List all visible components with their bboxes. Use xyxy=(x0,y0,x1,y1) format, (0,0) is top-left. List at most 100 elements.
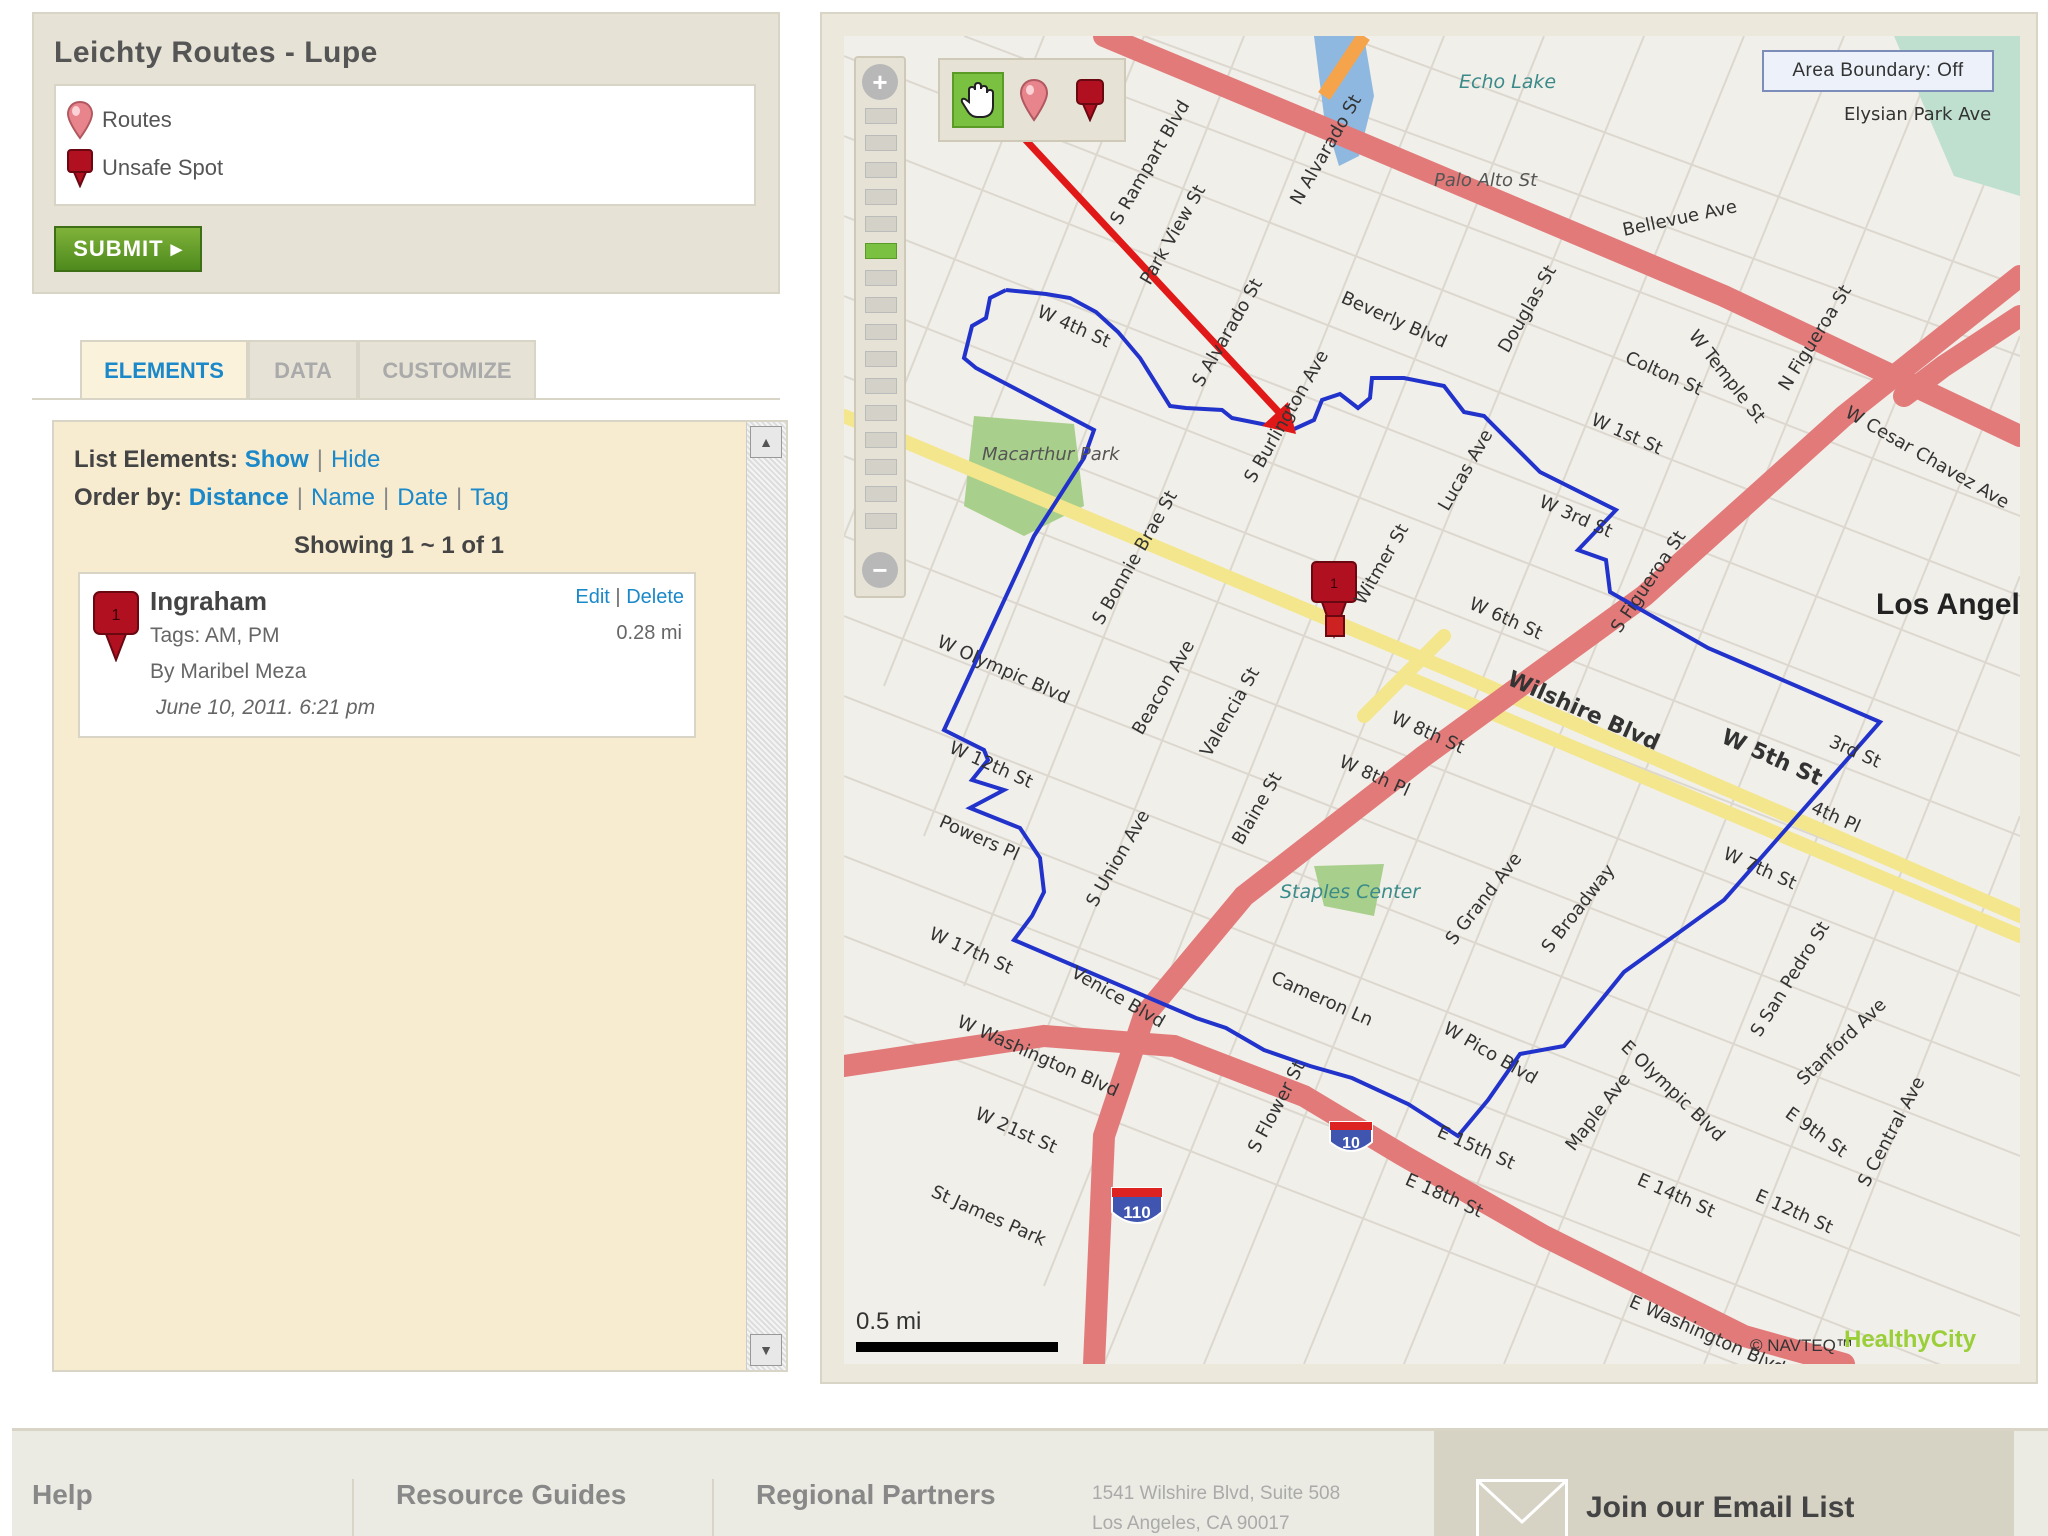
street-w-7th: W 7th St xyxy=(1720,843,1799,894)
street-e-15th: E 15th St xyxy=(1434,1121,1518,1174)
street-s-union: S Union Ave xyxy=(1082,807,1154,911)
delete-link[interactable]: Delete xyxy=(626,586,684,608)
scroll-down-button[interactable]: ▼ xyxy=(750,1334,782,1366)
pink-pin-icon xyxy=(66,100,94,140)
street-st-james: St James Park xyxy=(928,1181,1050,1251)
street-w-6th: W 6th St xyxy=(1466,593,1545,644)
showing-count: Showing 1 ~ 1 of 1 xyxy=(293,532,505,559)
pan-tool-button[interactable] xyxy=(952,72,1004,128)
red-pin-icon xyxy=(66,148,94,189)
legend-label: Routes xyxy=(102,107,172,132)
show-link[interactable]: Show xyxy=(245,446,309,473)
zoom-in-button[interactable]: + xyxy=(862,64,898,100)
zoom-level-step[interactable] xyxy=(865,378,897,394)
street-bellevue: Bellevue Ave xyxy=(1621,196,1739,241)
zoom-level-step[interactable] xyxy=(865,297,897,313)
street-stanford: Stanford Ave xyxy=(1793,994,1891,1089)
street-s-central: S Central Ave xyxy=(1854,1073,1930,1190)
order-by-label: Order by: xyxy=(74,484,183,511)
street-w-5th: W 5th St xyxy=(1718,725,1827,792)
tab-elements[interactable]: ELEMENTS xyxy=(80,340,248,400)
street-e-olympic: E Olympic Blvd xyxy=(1617,1036,1729,1146)
scale-bar xyxy=(856,1342,1058,1352)
staples-center-label: Staples Center xyxy=(1280,881,1421,903)
zoom-out-button[interactable]: − xyxy=(862,552,898,588)
list-item[interactable]: 1 Ingraham Tags: AM, PM By Maribel Meza … xyxy=(78,572,696,738)
place-labels: Echo Lake Staples Center xyxy=(1280,71,1556,903)
list-elements-row: List Elements: Show | Hide xyxy=(74,446,380,474)
tool-palette xyxy=(938,58,1126,142)
email-list-label[interactable]: Join our Email List xyxy=(1586,1491,1854,1525)
shield-110-text: 110 xyxy=(1123,1203,1150,1222)
street-lucas: Lucas Ave xyxy=(1434,426,1497,515)
map[interactable]: 110 10 1 Echo Lake Staples Center Macart… xyxy=(844,36,2020,1364)
zoom-level-step[interactable] xyxy=(865,351,897,367)
street-w-4th: W 4th St xyxy=(1034,301,1113,352)
add-route-pin-button[interactable] xyxy=(1008,72,1060,128)
separator: | xyxy=(316,446,323,473)
footer-resource-guides-link[interactable]: Resource Guides xyxy=(396,1479,626,1511)
zoom-level-step[interactable] xyxy=(865,162,897,178)
footer: Help Resource Guides Regional Partners 1… xyxy=(12,1428,2048,1536)
tab-data[interactable]: DATA xyxy=(248,340,358,400)
street-colton: Colton St xyxy=(1622,347,1706,400)
zoom-control: + − xyxy=(854,56,906,598)
unsafe-spot-pin-icon: 1 xyxy=(92,590,140,663)
map-frame: 110 10 1 Echo Lake Staples Center Macart… xyxy=(820,12,2038,1384)
add-unsafe-spot-button[interactable] xyxy=(1064,72,1116,128)
order-distance-link[interactable]: Distance xyxy=(189,484,289,511)
zoom-level-step[interactable] xyxy=(865,270,897,286)
separator: | xyxy=(455,484,463,511)
zoom-level-step[interactable] xyxy=(865,135,897,151)
echo-lake-label: Echo Lake xyxy=(1459,71,1556,93)
zoom-level-step[interactable] xyxy=(865,216,897,232)
zoom-level-step[interactable] xyxy=(865,108,897,124)
list-elements-label: List Elements: xyxy=(74,446,239,473)
tab-bar: ELEMENTS DATA CUSTOMIZE xyxy=(80,340,536,400)
app-window: Leichty Routes - Lupe Routes Unsafe Spot… xyxy=(0,0,2048,1536)
zoom-level-step[interactable] xyxy=(865,324,897,340)
zoom-level-step[interactable] xyxy=(865,189,897,205)
shield-10-text: 10 xyxy=(1342,1135,1360,1152)
route-line[interactable] xyxy=(941,288,1884,1139)
street-s-burlington: S Burlington Ave xyxy=(1240,347,1333,487)
element-actions: Edit | Delete xyxy=(575,586,684,609)
order-tag-link[interactable]: Tag xyxy=(470,484,509,511)
map-copyright: © NAVTEQ™ xyxy=(1750,1336,1853,1355)
pin-number: 1 xyxy=(112,607,121,624)
hide-link[interactable]: Hide xyxy=(331,446,380,473)
map-pin-number: 1 xyxy=(1330,575,1338,591)
zoom-level-step[interactable] xyxy=(865,486,897,502)
street-n-figueroa: N Figueroa St xyxy=(1774,281,1856,394)
tab-customize[interactable]: CUSTOMIZE xyxy=(358,340,536,400)
zoom-level-step[interactable] xyxy=(865,513,897,529)
legend: Routes Unsafe Spot xyxy=(54,84,756,206)
email-signup[interactable]: Join our Email List xyxy=(1434,1431,2014,1536)
order-by-row: Order by: Distance | Name | Date | Tag xyxy=(74,484,509,512)
map-canvas[interactable]: 110 10 1 Echo Lake Staples Center Macart… xyxy=(844,36,2020,1364)
street-s-broadway: S Broadway xyxy=(1537,860,1619,957)
scroll-up-button[interactable]: ▲ xyxy=(750,426,782,458)
submit-button[interactable]: SUBMIT ▸ xyxy=(54,226,202,272)
zoom-level-step[interactable] xyxy=(865,243,897,259)
hand-icon xyxy=(960,81,994,118)
street-w-olympic: W Olympic Blvd xyxy=(934,631,1073,708)
left-panel: Leichty Routes - Lupe Routes Unsafe Spot… xyxy=(32,12,788,1384)
legend-label: Unsafe Spot xyxy=(102,155,224,180)
address-line-1: 1541 Wilshire Blvd, Suite 508 xyxy=(1092,1483,1341,1504)
zoom-level-step[interactable] xyxy=(865,459,897,475)
scale-label: 0.5 mi xyxy=(856,1308,922,1335)
zoom-level-step[interactable] xyxy=(865,405,897,421)
area-boundary-toggle[interactable]: Area Boundary: Off xyxy=(1762,50,1994,92)
zoom-level-step[interactable] xyxy=(865,432,897,448)
footer-help-link[interactable]: Help xyxy=(32,1479,93,1511)
separator: | xyxy=(383,484,390,511)
order-date-link[interactable]: Date xyxy=(397,484,448,511)
edit-link[interactable]: Edit xyxy=(575,586,609,608)
element-distance: 0.28 mi xyxy=(616,622,682,644)
order-name-link[interactable]: Name xyxy=(311,484,375,511)
footer-regional-partners-link[interactable]: Regional Partners xyxy=(756,1479,996,1511)
list-scrollbar[interactable]: ▲ ▼ xyxy=(746,422,786,1370)
street-maple: Maple Ave xyxy=(1561,1069,1635,1155)
element-tags: Tags: AM, PM xyxy=(150,624,280,647)
